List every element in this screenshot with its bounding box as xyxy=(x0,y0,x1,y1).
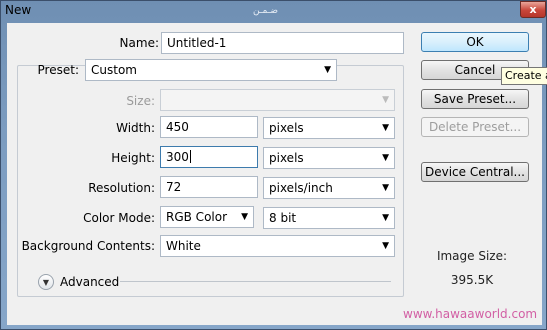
dialog-window: New ضـمـن x Name: Untitled-1 Preset: Cus… xyxy=(0,0,547,330)
image-size-value: 395.5K xyxy=(450,273,494,287)
save-preset-button[interactable]: Save Preset... xyxy=(421,89,529,109)
name-input[interactable]: Untitled-1 xyxy=(161,32,404,54)
advanced-label[interactable]: Advanced xyxy=(60,275,119,289)
text-caret xyxy=(189,150,191,163)
height-value: 300 xyxy=(166,150,189,164)
chevron-down-icon: ▼ xyxy=(324,65,331,75)
height-unit-value: pixels xyxy=(269,151,304,165)
dialog-body: Name: Untitled-1 Preset: Custom ▼ Size: … xyxy=(7,23,542,325)
title-decoration: ضـمـن xyxy=(253,6,278,16)
size-label: Size: xyxy=(126,94,155,108)
color-mode-value: RGB Color xyxy=(166,210,228,224)
background-contents-value: White xyxy=(166,239,201,253)
size-select[interactable]: ▼ xyxy=(160,89,395,111)
name-label: Name: xyxy=(119,36,159,50)
tooltip: Create a xyxy=(501,67,547,85)
color-mode-select[interactable]: RGB Color ▼ xyxy=(160,206,254,228)
background-contents-select[interactable]: White ▼ xyxy=(160,235,395,257)
chevron-double-down-icon: ▼ xyxy=(42,277,50,287)
resolution-unit-value: pixels/inch xyxy=(269,181,333,195)
bit-depth-value: 8 bit xyxy=(269,211,297,225)
resolution-label: Resolution: xyxy=(88,181,155,195)
chevron-down-icon: ▼ xyxy=(382,241,389,251)
chevron-down-icon: ▼ xyxy=(382,153,389,163)
height-unit-select[interactable]: pixels ▼ xyxy=(263,147,395,169)
width-unit-value: pixels xyxy=(269,121,304,135)
chevron-down-icon: ▼ xyxy=(382,95,389,105)
ok-button[interactable]: OK xyxy=(421,32,529,52)
width-input[interactable]: 450 xyxy=(160,116,258,138)
chevron-down-icon: ▼ xyxy=(241,212,248,222)
resolution-input[interactable]: 72 xyxy=(160,176,258,198)
preset-label: Preset: xyxy=(37,63,79,77)
chevron-down-icon: ▼ xyxy=(382,183,389,193)
title-bar[interactable]: New ضـمـن x xyxy=(1,1,547,23)
width-unit-select[interactable]: pixels ▼ xyxy=(263,117,395,139)
dialog-title: New xyxy=(5,3,32,17)
preset-value: Custom xyxy=(91,63,137,77)
delete-preset-button[interactable]: Delete Preset... xyxy=(421,117,529,137)
image-size-label: Image Size: xyxy=(436,249,508,263)
watermark: www.hawaaworld.com xyxy=(403,307,538,321)
device-central-button[interactable]: Device Central... xyxy=(421,162,529,182)
chevron-down-icon: ▼ xyxy=(382,213,389,223)
bit-depth-select[interactable]: 8 bit ▼ xyxy=(263,207,395,229)
resolution-unit-select[interactable]: pixels/inch ▼ xyxy=(263,177,395,199)
preset-select[interactable]: Custom ▼ xyxy=(85,59,337,81)
color-mode-label: Color Mode: xyxy=(83,211,155,225)
background-contents-label: Background Contents: xyxy=(21,239,155,253)
close-icon: x xyxy=(529,3,537,16)
advanced-toggle[interactable]: ▼ xyxy=(38,274,54,290)
width-label: Width: xyxy=(116,121,155,135)
close-button[interactable]: x xyxy=(520,1,546,18)
height-label: Height: xyxy=(111,151,155,165)
chevron-down-icon: ▼ xyxy=(382,123,389,133)
height-input[interactable]: 300 xyxy=(160,146,258,168)
advanced-divider xyxy=(120,281,391,282)
